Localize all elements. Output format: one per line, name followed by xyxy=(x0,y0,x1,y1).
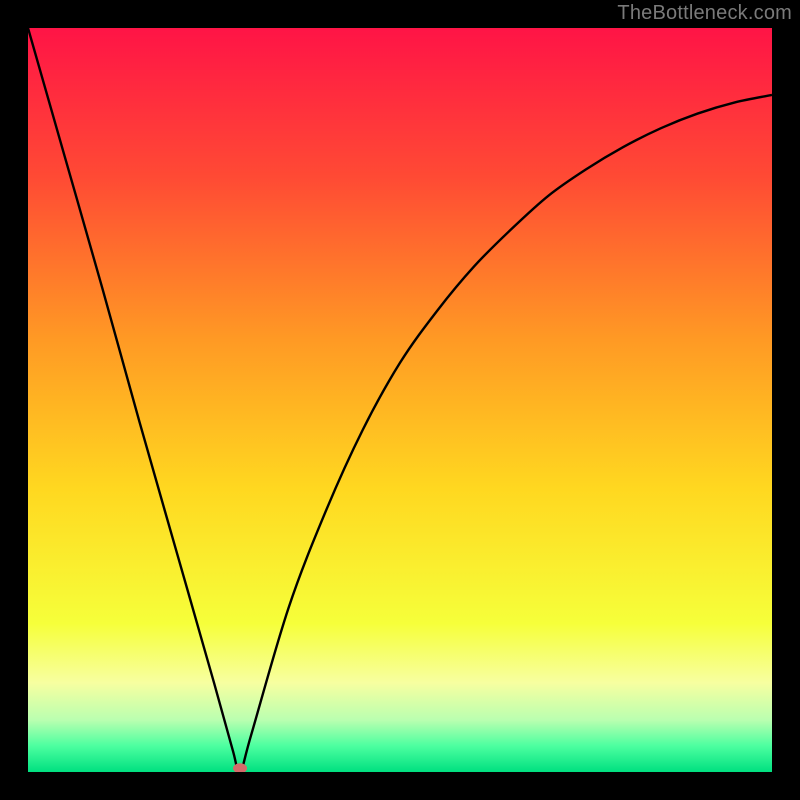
chart-frame: TheBottleneck.com xyxy=(0,0,800,800)
plot-svg xyxy=(28,28,772,772)
plot-area xyxy=(28,28,772,772)
watermark-text: TheBottleneck.com xyxy=(617,2,792,25)
gradient-background xyxy=(28,28,772,772)
